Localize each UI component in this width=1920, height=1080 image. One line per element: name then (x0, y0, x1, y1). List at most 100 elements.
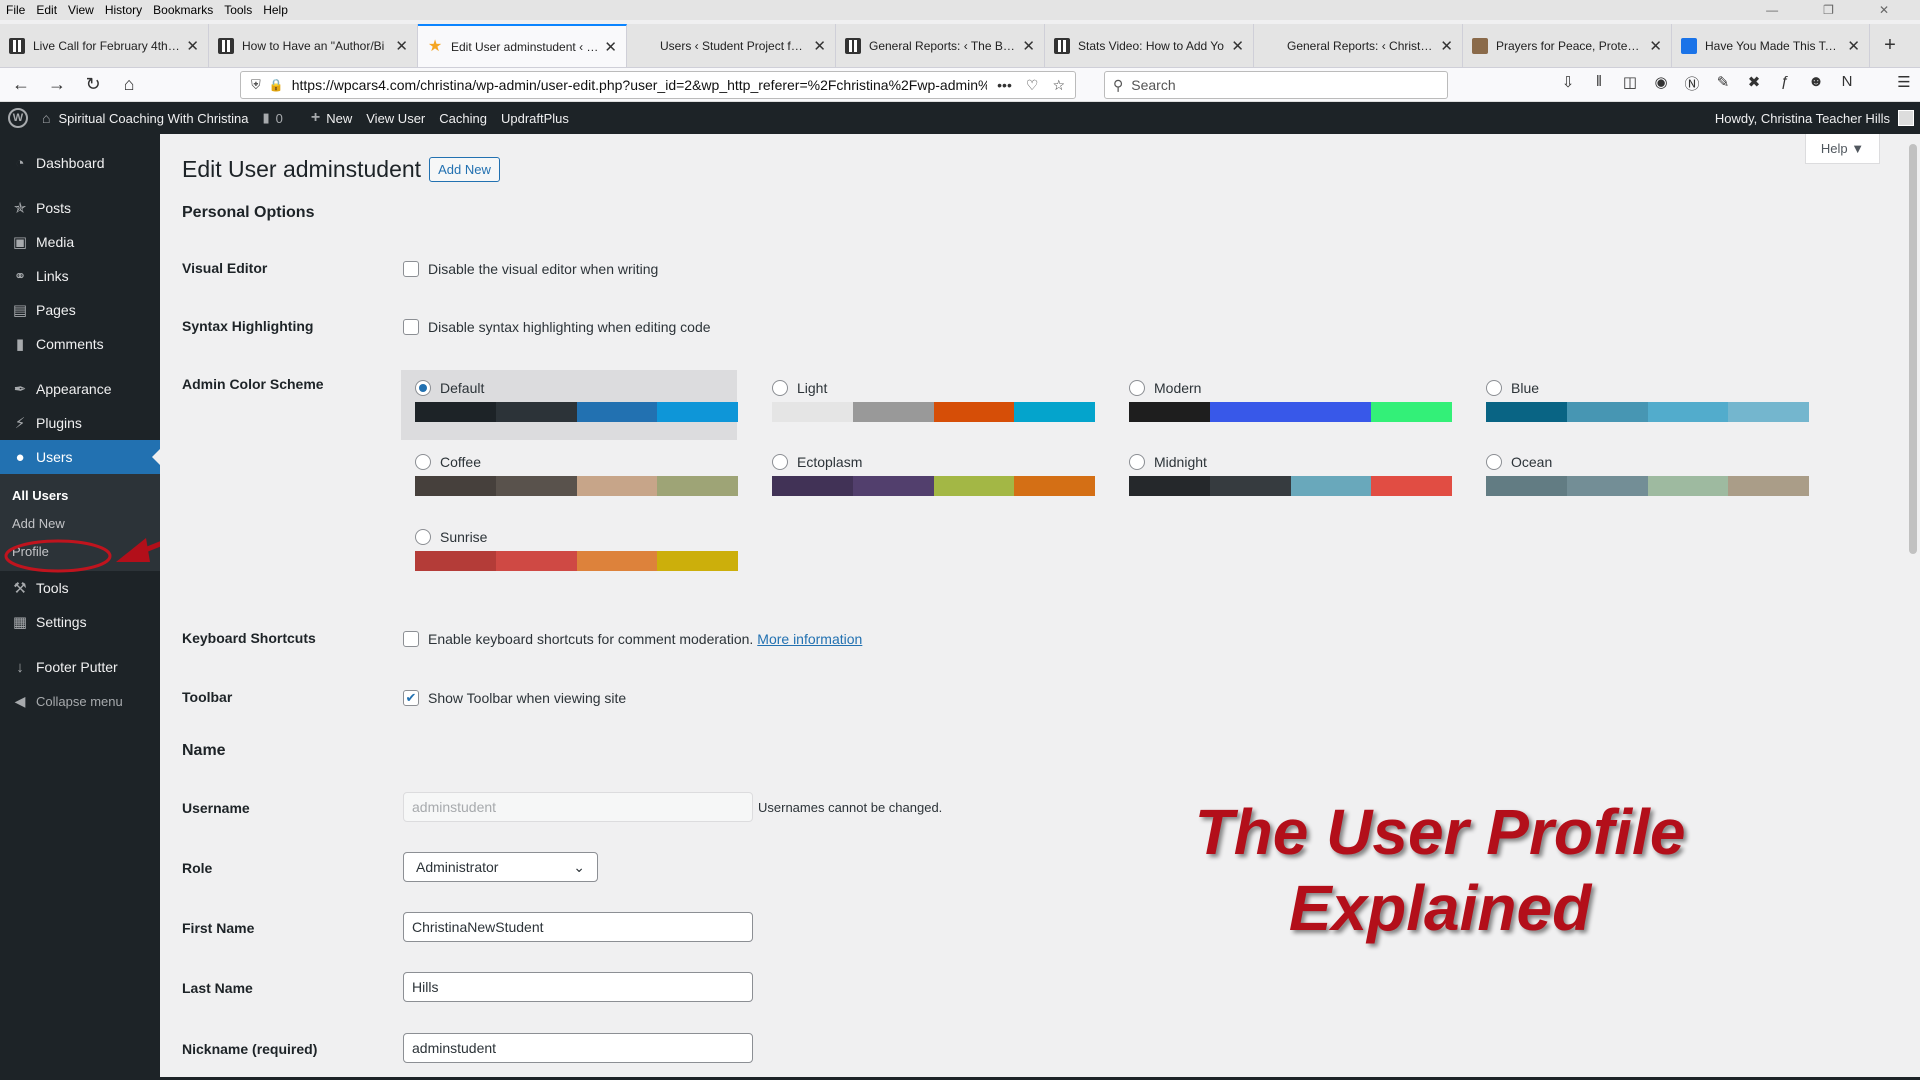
radio-light[interactable] (772, 380, 788, 396)
color-scheme-ectoplasm[interactable]: Ectoplasm (758, 444, 1095, 514)
collapse-menu-button[interactable]: ◀ Collapse menu (0, 684, 160, 718)
color-scheme-coffee[interactable]: Coffee (401, 444, 738, 514)
first-name-field[interactable]: ChristinaNewStudent (403, 912, 753, 942)
close-icon[interactable]: ✕ (186, 37, 199, 55)
radio-sunrise[interactable] (415, 529, 431, 545)
sidebar-item-posts[interactable]: ✯ Posts (0, 191, 160, 225)
sidebar-item-media[interactable]: ▣ Media (0, 225, 160, 259)
close-icon[interactable]: ✕ (1847, 37, 1860, 55)
browser-tab-active[interactable]: ★ Edit User adminstudent ‹ Sp ✕ (418, 24, 627, 67)
color-scheme-ocean[interactable]: Ocean (1472, 444, 1809, 514)
color-scheme-modern[interactable]: Modern (1115, 370, 1452, 440)
hamburger-menu-icon[interactable]: ☰ (1896, 73, 1912, 94)
color-scheme-sunrise[interactable]: Sunrise (401, 519, 738, 589)
extension-icon[interactable]: ☻ (1808, 73, 1824, 94)
page-scrollbar[interactable] (1906, 134, 1920, 1080)
shield-icon[interactable]: ⛨ (251, 77, 261, 93)
role-select[interactable]: Administrator ⌄ (403, 852, 598, 882)
browser-tab[interactable]: Prayers for Peace, Protectio ✕ (1463, 24, 1672, 67)
menu-tools[interactable]: Tools (224, 3, 252, 17)
menu-bookmarks[interactable]: Bookmarks (153, 3, 213, 17)
close-icon[interactable]: ✕ (1231, 37, 1244, 55)
scrollbar-thumb[interactable] (1909, 144, 1917, 554)
wordpress-icon[interactable]: Ⓝ (1684, 73, 1700, 94)
browser-tab[interactable]: Stats Video: How to Add Yo ✕ (1045, 24, 1254, 67)
sidebar-icon[interactable]: ◫ (1622, 73, 1638, 94)
account-icon[interactable]: ◉ (1653, 73, 1669, 94)
color-scheme-light[interactable]: Light (758, 370, 1095, 440)
browser-tab[interactable]: How to Have an "Author/Bi ✕ (209, 24, 418, 67)
radio-midnight[interactable] (1129, 454, 1145, 470)
toolbar-option[interactable]: ✔ Show Toolbar when viewing site (403, 690, 626, 706)
close-icon[interactable]: ✕ (395, 37, 408, 55)
last-name-field[interactable]: Hills (403, 972, 753, 1002)
back-icon[interactable]: ← (6, 70, 36, 100)
url-bar[interactable]: ⛨ 🔒 https://wpcars4.com/christina/wp-adm… (240, 71, 1076, 99)
color-scheme-default[interactable]: Default (401, 370, 738, 440)
sidebar-item-comments[interactable]: ▮ Comments (0, 327, 160, 361)
keyboard-shortcuts-option[interactable]: Enable keyboard shortcuts for comment mo… (403, 631, 862, 647)
sidebar-item-tools[interactable]: ⚒ Tools (0, 571, 160, 605)
menu-history[interactable]: History (105, 3, 142, 17)
toolbar-checkbox[interactable]: ✔ (403, 690, 419, 706)
visual-editor-option[interactable]: Disable the visual editor when writing (403, 261, 658, 277)
close-icon[interactable]: ✕ (604, 38, 617, 56)
submenu-all-users[interactable]: All Users (0, 481, 160, 509)
browser-tab[interactable]: Users ‹ Student Project for christ ✕ (627, 24, 836, 67)
sidebar-item-users[interactable]: ● Users (0, 440, 160, 474)
more-information-link[interactable]: More information (757, 631, 862, 647)
sidebar-item-appearance[interactable]: ✒ Appearance (0, 372, 160, 406)
nickname-field[interactable]: adminstudent (403, 1033, 753, 1063)
sidebar-item-settings[interactable]: ▦ Settings (0, 605, 160, 639)
radio-modern[interactable] (1129, 380, 1145, 396)
menu-help[interactable]: Help (263, 3, 288, 17)
help-button[interactable]: Help ▼ (1805, 134, 1880, 164)
extension-x-icon[interactable]: ✖ (1746, 73, 1762, 94)
forward-icon[interactable]: → (42, 70, 72, 100)
browser-tab[interactable]: Live Call for February 4th, 20 ✕ (0, 24, 209, 67)
syntax-highlighting-checkbox[interactable] (403, 319, 419, 335)
menu-edit[interactable]: Edit (36, 3, 57, 17)
radio-default[interactable] (415, 380, 431, 396)
close-window-icon[interactable]: ✕ (1879, 3, 1889, 17)
sidebar-item-dashboard[interactable]: ◔ Dashboard (0, 146, 160, 180)
my-account-link[interactable]: Howdy, Christina Teacher Hills (1715, 110, 1920, 126)
sidebar-item-plugins[interactable]: ⚡ Plugins (0, 406, 160, 440)
menu-file[interactable]: File (6, 3, 25, 17)
wordpress-logo-icon[interactable]: W (8, 108, 28, 128)
pocket-icon[interactable]: ♡ (1026, 77, 1039, 94)
sidebar-item-links[interactable]: ⚭ Links (0, 259, 160, 293)
url-text[interactable]: https://wpcars4.com/christina/wp-admin/u… (292, 77, 987, 93)
syntax-highlighting-option[interactable]: Disable syntax highlighting when editing… (403, 319, 711, 335)
close-icon[interactable]: ✕ (1440, 37, 1453, 55)
site-name-link[interactable]: ⌂ Spiritual Coaching With Christina (42, 110, 249, 126)
restore-icon[interactable]: ❐ (1823, 3, 1834, 17)
formula-icon[interactable]: ƒ (1777, 73, 1793, 94)
radio-ectoplasm[interactable] (772, 454, 788, 470)
sidebar-item-pages[interactable]: ▤ Pages (0, 293, 160, 327)
eyedropper-icon[interactable]: ✎ (1715, 73, 1731, 94)
n-extension-icon[interactable]: N (1839, 73, 1855, 94)
new-tab-icon[interactable]: + (1870, 24, 1910, 67)
lock-icon[interactable]: 🔒 (269, 78, 284, 92)
color-scheme-blue[interactable]: Blue (1472, 370, 1809, 440)
visual-editor-checkbox[interactable] (403, 261, 419, 277)
browser-tab[interactable]: Have You Made This Tax Li ✕ (1672, 24, 1870, 67)
radio-coffee[interactable] (415, 454, 431, 470)
menu-view[interactable]: View (68, 3, 94, 17)
home-icon[interactable]: ⌂ (114, 70, 144, 100)
submenu-add-new[interactable]: Add New (0, 509, 160, 537)
caching-link[interactable]: Caching (439, 111, 487, 126)
close-icon[interactable]: ✕ (1649, 37, 1662, 55)
close-icon[interactable]: ✕ (813, 37, 826, 55)
radio-ocean[interactable] (1486, 454, 1502, 470)
comments-link[interactable]: ▮ 0 (263, 110, 297, 126)
color-scheme-midnight[interactable]: Midnight (1115, 444, 1452, 514)
download-icon[interactable]: ⇩ (1560, 73, 1576, 94)
view-user-link[interactable]: View User (366, 111, 425, 126)
keyboard-shortcuts-checkbox[interactable] (403, 631, 419, 647)
more-icon[interactable]: ••• (997, 77, 1012, 94)
new-content-link[interactable]: + New (311, 109, 352, 127)
sidebar-item-footer-putter[interactable]: ↓ Footer Putter (0, 650, 160, 684)
submenu-profile[interactable]: Profile (0, 537, 160, 565)
